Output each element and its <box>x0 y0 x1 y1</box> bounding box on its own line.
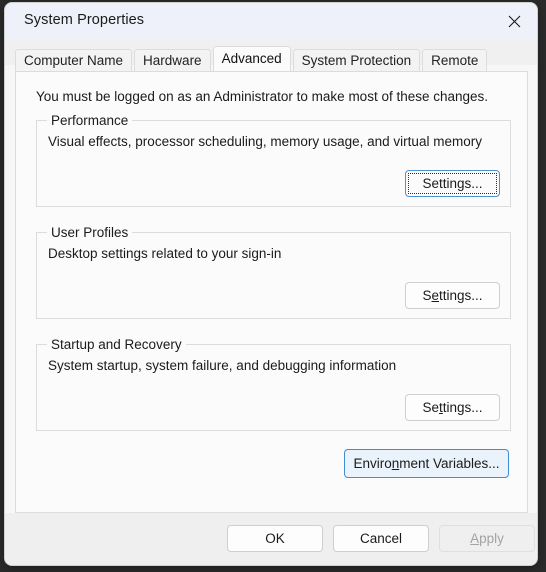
advanced-tab-page: You must be logged on as an Administrato… <box>15 71 528 513</box>
administrator-notice: You must be logged on as an Administrato… <box>36 89 489 104</box>
startup-recovery-group: Startup and Recovery System startup, sys… <box>36 337 511 431</box>
window-title: System Properties <box>24 12 145 28</box>
startup-recovery-settings-button[interactable]: Se t tings... <box>405 394 500 421</box>
ok-button[interactable]: OK <box>227 525 323 552</box>
user-profiles-group: User Profiles Desktop settings related t… <box>36 225 511 319</box>
close-button[interactable] <box>491 3 537 40</box>
performance-settings-label-post: ettings... <box>431 176 483 191</box>
apply-button-accelerator: A <box>470 531 480 546</box>
environment-variables-label-pre: Enviro <box>353 456 392 471</box>
apply-button: Apply <box>439 525 535 552</box>
user-profiles-group-label: User Profiles <box>47 225 133 240</box>
system-properties-window: System Properties Computer Name Hardware… <box>4 2 538 566</box>
user-profiles-description: Desktop settings related to your sign-in <box>48 246 282 261</box>
environment-variables-accelerator: n <box>391 456 400 471</box>
performance-settings-button[interactable]: Settings... <box>405 170 500 197</box>
performance-group: Performance Visual effects, processor sc… <box>36 113 511 207</box>
startup-recovery-group-label: Startup and Recovery <box>47 337 186 352</box>
startup-recovery-settings-label-pre: Se <box>422 400 439 415</box>
ok-button-label: OK <box>265 531 285 546</box>
cancel-button-label: Cancel <box>359 531 403 546</box>
tab-list: Computer Name Hardware Advanced System P… <box>15 46 489 71</box>
user-profiles-settings-button[interactable]: Se ttings... <box>405 282 500 309</box>
tab-computer-name[interactable]: Computer Name <box>15 49 133 71</box>
performance-description: Visual effects, processor scheduling, me… <box>48 134 482 149</box>
startup-recovery-description: System startup, system failure, and debu… <box>48 358 397 373</box>
cancel-button[interactable]: Cancel <box>333 525 429 552</box>
tab-system-protection[interactable]: System Protection <box>292 49 421 71</box>
performance-group-label: Performance <box>47 113 133 128</box>
environment-variables-label-post: ment Variables... <box>399 456 500 471</box>
environment-variables-button[interactable]: Enviro n ment Variables... <box>344 449 509 478</box>
apply-button-label-post: pply <box>479 531 504 546</box>
startup-recovery-settings-label-post: tings... <box>442 400 483 415</box>
dialog-command-bar: OK Cancel Apply <box>5 513 537 565</box>
tab-remote[interactable]: Remote <box>422 49 488 71</box>
close-icon <box>508 15 521 28</box>
user-profiles-settings-accelerator: e <box>431 288 439 303</box>
performance-settings-label-pre: S <box>422 176 432 191</box>
tab-advanced[interactable]: Advanced <box>212 46 291 71</box>
tab-hardware[interactable]: Hardware <box>134 49 211 71</box>
user-profiles-settings-label-pre: S <box>422 288 432 303</box>
titlebar: System Properties <box>5 3 537 40</box>
user-profiles-settings-label-post: ttings... <box>439 288 483 303</box>
